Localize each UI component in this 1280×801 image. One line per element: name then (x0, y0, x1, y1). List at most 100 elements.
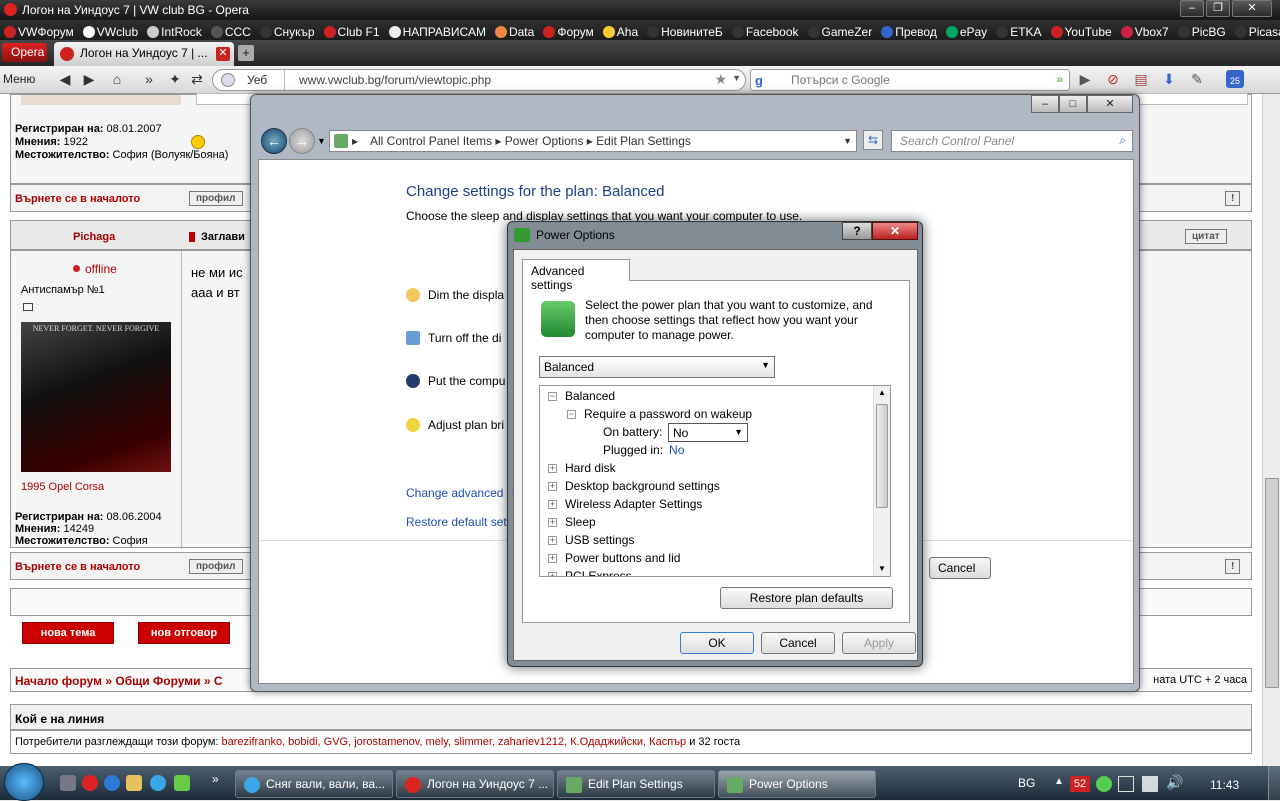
close-tab-icon[interactable]: ✕ (216, 47, 230, 61)
tree-scrollbar[interactable]: ▲ ▼ (873, 386, 890, 576)
profile-button[interactable]: профил (189, 559, 243, 574)
quote-button[interactable]: цитат (1185, 229, 1227, 244)
minimize-button[interactable]: – (1031, 95, 1059, 113)
page-icon[interactable]: ▤ (1132, 71, 1150, 87)
chevron-down-icon[interactable]: ▼ (732, 73, 741, 83)
back-icon[interactable]: ← (261, 128, 287, 154)
back-to-top-link[interactable]: Върнете се в началото (15, 193, 140, 205)
bookmark-item[interactable]: Снукър (256, 20, 320, 40)
taskbar-item[interactable]: Edit Plan Settings (557, 770, 715, 798)
opera-menu-button[interactable]: Opera (2, 43, 47, 62)
bookmark-item[interactable]: Aha (599, 20, 643, 40)
counter-badge[interactable]: 52 (1070, 776, 1090, 792)
minimize-button[interactable]: – (1180, 0, 1204, 17)
bookmark-item[interactable]: Превод (877, 20, 942, 40)
cancel-button[interactable]: Cancel (929, 557, 991, 579)
plugged-in-value[interactable]: No (669, 443, 684, 457)
bookmark-item[interactable]: НАПРАВИСАМ (385, 20, 491, 40)
scrollbar-thumb[interactable] (1265, 478, 1279, 688)
tree-item[interactable]: + Desktop background settings (548, 479, 720, 493)
block-icon[interactable]: ⊘ (1104, 71, 1122, 87)
app-icon[interactable] (174, 775, 190, 791)
bookmark-item[interactable]: Facebook (728, 20, 804, 40)
back-icon[interactable]: ◀ (56, 71, 74, 87)
bookmark-item[interactable]: Data (491, 20, 539, 40)
download-icon[interactable]: ⬇ (1160, 71, 1178, 87)
address-breadcrumb[interactable]: ▸ All Control Panel Items ▸ Power Option… (329, 130, 857, 152)
tree-item[interactable]: + USB settings (548, 533, 634, 547)
breadcrumb-item[interactable]: All Control Panel Items (370, 134, 492, 148)
maximize-button[interactable]: □ (1059, 95, 1087, 113)
battery-tray-icon[interactable] (1118, 776, 1134, 792)
tree-item[interactable]: + Hard disk (548, 461, 616, 475)
apply-button[interactable]: Apply (842, 632, 916, 654)
start-button[interactable] (4, 763, 44, 801)
taskbar-item-active[interactable]: Power Options (718, 770, 876, 798)
taskbar-item[interactable]: Сняг вали, вали, ва... (235, 770, 393, 798)
tree-item[interactable]: + Wireless Adapter Settings (548, 497, 702, 511)
breadcrumb-home[interactable]: Начало форум (15, 674, 102, 688)
advanced-settings-link[interactable]: Change advanced p (406, 486, 513, 500)
report-button[interactable]: ! (1225, 559, 1241, 574)
go-icon[interactable]: » (1056, 72, 1063, 86)
opera-icon[interactable] (82, 775, 98, 791)
search-input[interactable] (791, 73, 1031, 87)
tab-active[interactable]: Логон на Уиндоус 7 | ... ✕ (54, 42, 234, 66)
desktop-icon[interactable] (60, 775, 76, 791)
forward-icon[interactable]: ▶ (80, 71, 98, 87)
notes-icon[interactable]: ✎ (1188, 71, 1206, 87)
close-button[interactable]: ✕ (1232, 0, 1272, 17)
scrollbar-thumb[interactable] (876, 404, 888, 508)
bookmark-item[interactable]: PicBG (1174, 20, 1231, 40)
new-topic-button[interactable]: нова тема (22, 622, 114, 644)
home-icon[interactable]: ⌂ (108, 71, 126, 87)
bookmark-item[interactable]: Club F1 (320, 20, 385, 40)
help-button[interactable]: ? (842, 222, 872, 240)
skype-icon[interactable] (150, 775, 166, 791)
google-search-box[interactable]: g » (750, 69, 1070, 91)
show-desktop-button[interactable] (1268, 766, 1280, 800)
tree-root[interactable]: − Balanced (548, 389, 615, 403)
taskbar-item[interactable]: Логон на Уиндоус 7 ... (396, 770, 554, 798)
plan-select[interactable]: Balanced ▼ (539, 356, 775, 378)
volume-icon[interactable]: 🔊 (1166, 774, 1183, 791)
on-battery-select[interactable]: No ▼ (668, 423, 748, 442)
mail-icon[interactable]: 25 (1226, 70, 1244, 88)
bookmark-item[interactable]: YouTube (1047, 20, 1117, 40)
tab-advanced-settings[interactable]: Advanced settings (522, 259, 630, 292)
ie-icon[interactable] (104, 775, 120, 791)
new-tab-button[interactable]: + (238, 45, 254, 61)
maximize-button[interactable]: ❐ (1206, 0, 1230, 17)
url-text[interactable]: www.vwclub.bg/forum/viewtopic.php (299, 73, 491, 87)
online-user-list[interactable]: barezifranko, bobidi, GVG, jorostamenov,… (222, 736, 687, 748)
profile-button[interactable]: профил (189, 191, 243, 206)
wand-icon[interactable]: ✦ (166, 71, 184, 87)
bookmark-item[interactable]: Форум (539, 20, 598, 40)
bookmark-item[interactable]: VWclub (79, 20, 143, 40)
clock[interactable]: 11:43 (1210, 778, 1239, 792)
folder-icon[interactable] (126, 775, 142, 791)
cancel-button[interactable]: Cancel (761, 632, 835, 654)
new-reply-button[interactable]: нов отговор (138, 622, 230, 644)
search-field[interactable]: Search Control Panel ⌕ (891, 130, 1133, 152)
page-scrollbar[interactable] (1262, 94, 1280, 766)
forward-icon[interactable]: → (289, 128, 315, 154)
chevron-right-icon[interactable]: ▶ (1076, 71, 1094, 87)
bookmark-star-icon[interactable]: ★ (714, 71, 727, 88)
bookmark-item[interactable]: НовинитеБ (643, 20, 728, 40)
chevron-down-icon[interactable]: ▼ (317, 136, 326, 146)
breadcrumb-item[interactable]: Power Options (505, 134, 584, 148)
sync-icon[interactable]: ⇄ (188, 71, 206, 87)
chevron-right-icon[interactable]: » (212, 772, 219, 786)
breadcrumb-general[interactable]: Общи Форуми (115, 674, 200, 688)
app-tray-icon[interactable] (1096, 776, 1112, 792)
bookmark-item[interactable]: VWФорум (0, 20, 79, 40)
restore-defaults-link[interactable]: Restore default sett (406, 515, 510, 529)
tree-item[interactable]: + Power buttons and lid (548, 551, 680, 565)
close-button[interactable]: ✕ (1087, 95, 1133, 113)
language-indicator[interactable]: BG (1018, 776, 1035, 790)
refresh-icon[interactable]: ⇆ (863, 130, 883, 150)
chevron-down-icon[interactable]: ▼ (843, 136, 852, 146)
bookmark-item[interactable]: CCC (207, 20, 256, 40)
chevron-up-icon[interactable]: ▲ (1054, 776, 1064, 787)
